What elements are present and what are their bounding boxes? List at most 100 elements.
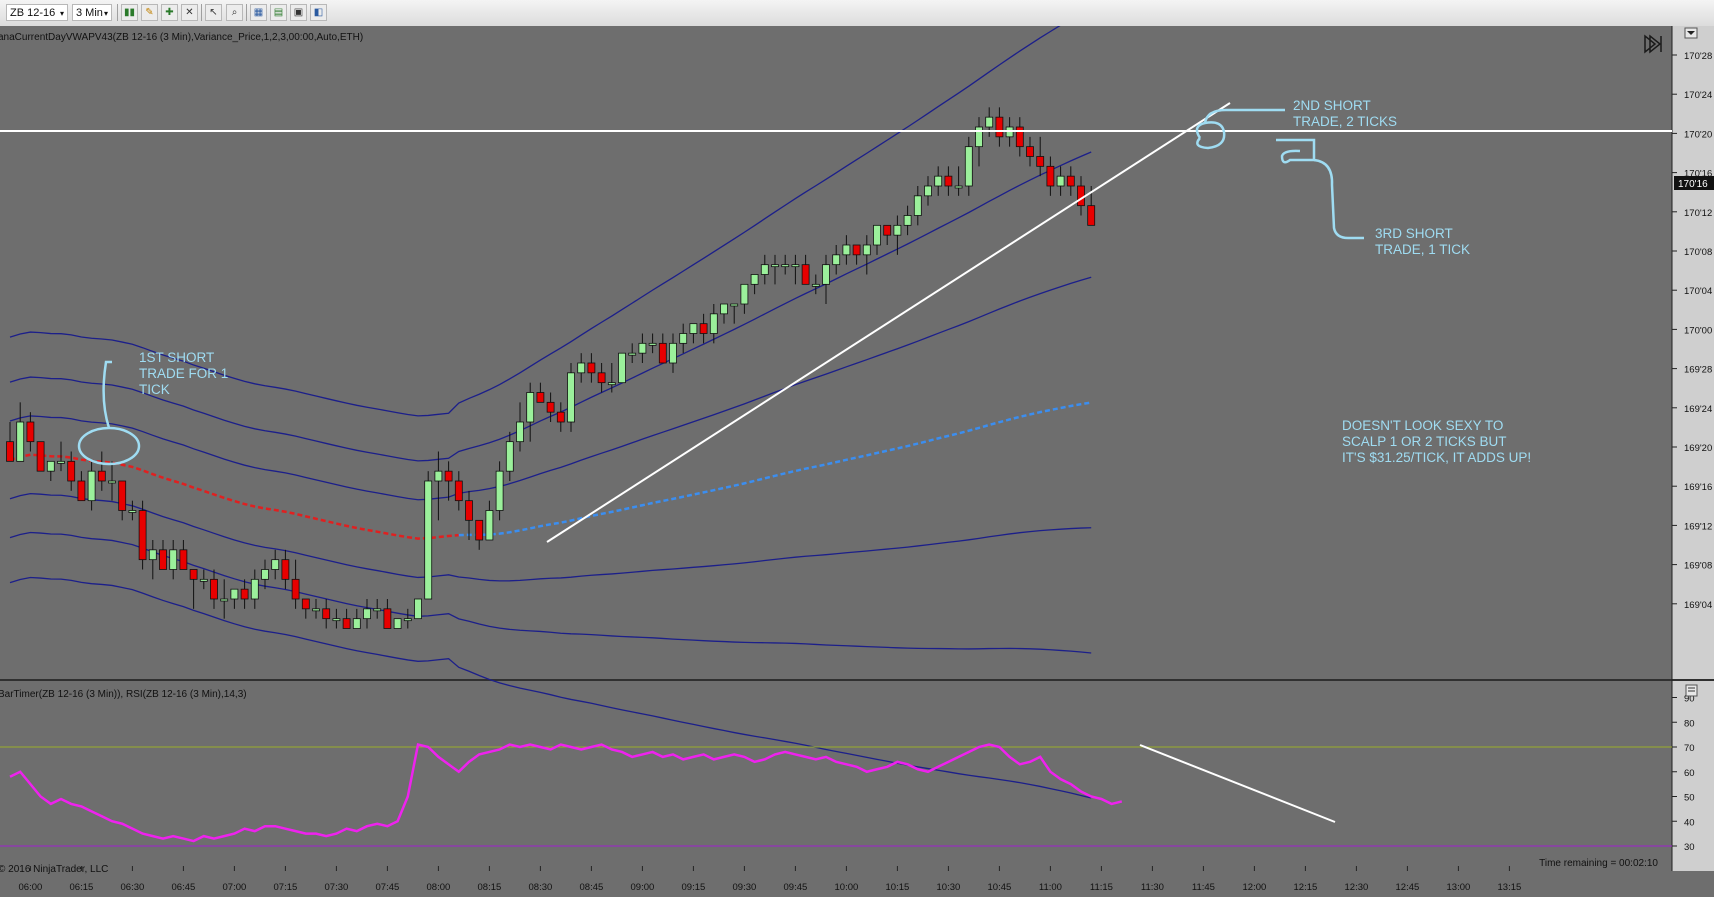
time-tick-label: 08:00 — [427, 882, 451, 893]
candle-body — [801, 264, 810, 285]
candle-body — [618, 352, 626, 384]
candle-body — [628, 352, 637, 356]
candle-body — [1036, 156, 1045, 167]
price-panel-background[interactable] — [0, 26, 1672, 680]
time-tick-label: 11:00 — [1039, 882, 1062, 893]
time-tick-label: 10:30 — [937, 882, 961, 893]
candle-body — [57, 460, 65, 464]
strategies-icon[interactable]: ▤ — [270, 4, 287, 21]
price-tick-label: 170'04 — [1684, 286, 1712, 297]
cursor-icon[interactable]: ↖ — [205, 4, 222, 21]
candle-body — [444, 470, 453, 482]
candle-body — [1046, 165, 1055, 187]
candle-body — [148, 549, 157, 561]
chart-area[interactable]: 170'28 170'24 170'20 170'16 170'12 170'08 170'… — [0, 26, 1714, 897]
price-tick-label: 169'04 — [1684, 600, 1712, 611]
instrument-selector[interactable]: ZB 12-16 ▾ — [6, 4, 68, 21]
price-tick-label: 169'08 — [1684, 561, 1712, 572]
crosshair-icon[interactable]: ✕ — [181, 4, 198, 21]
indicators-icon[interactable]: ▦ — [250, 4, 267, 21]
price-tick-label: 169'16 — [1684, 482, 1712, 493]
time-tick-label: 09:15 — [682, 882, 706, 893]
candle-body — [403, 618, 412, 622]
candle-body — [832, 254, 841, 266]
candle-body — [424, 480, 433, 600]
candle-body — [811, 283, 820, 287]
time-tick-label: 13:00 — [1447, 882, 1471, 893]
candle-body — [281, 559, 290, 580]
pencil-icon[interactable]: ✎ — [141, 4, 158, 21]
candle-body — [883, 224, 892, 236]
candle-body — [893, 224, 902, 236]
candle-body — [393, 618, 402, 629]
current-price-label: 170'16 — [1678, 179, 1708, 190]
time-tick-label: 10:15 — [886, 882, 910, 893]
chart-style-icon[interactable]: ▮▮ — [121, 4, 138, 21]
candle-body — [567, 372, 575, 423]
candle-body — [434, 470, 443, 482]
rsi-tick-label: 30 — [1684, 842, 1695, 853]
candle-body — [781, 264, 790, 268]
candle-body — [465, 500, 473, 521]
properties-icon[interactable]: ▣ — [290, 4, 307, 21]
candle-body — [536, 392, 545, 403]
candle-body — [210, 578, 218, 600]
candle-body — [169, 549, 178, 570]
time-tick-label: 12:45 — [1396, 882, 1420, 893]
panel-options-icon[interactable] — [1684, 27, 1698, 39]
rsi-tick-label: 50 — [1684, 793, 1695, 804]
candle-body — [240, 588, 249, 600]
candle-body — [250, 578, 259, 600]
time-tick-label: 11:45 — [1192, 882, 1215, 893]
candle-body — [954, 185, 963, 189]
first-trade-annotation: TICK — [139, 382, 170, 397]
instrument-label: ZB 12-16 — [10, 7, 56, 19]
candle-body — [546, 401, 555, 413]
second-trade-annotation: TRADE, 2 TICKS — [1293, 114, 1397, 129]
time-tick-label: 12:00 — [1243, 882, 1267, 893]
candle-body — [658, 342, 667, 364]
candle-body — [454, 480, 463, 502]
candle-body — [495, 470, 504, 511]
candle-body — [108, 480, 116, 484]
time-tick-label: 11:15 — [1090, 882, 1113, 893]
candle-body — [301, 598, 310, 610]
data-box-icon[interactable]: ◧ — [310, 4, 327, 21]
candle-body — [903, 215, 912, 226]
third-trade-annotation: TRADE, 1 TICK — [1375, 242, 1470, 257]
candle-body — [556, 411, 565, 423]
candle-body — [526, 392, 535, 423]
marker-icon[interactable]: ✚ — [161, 4, 178, 21]
candle-body — [822, 264, 830, 285]
first-trade-annotation: TRADE FOR 1 — [139, 366, 228, 381]
candle-body — [46, 460, 55, 472]
candle-body — [220, 598, 229, 602]
rsi-panel-background[interactable] — [0, 681, 1672, 871]
candle-body — [485, 510, 494, 541]
candle-body — [964, 146, 973, 187]
candle-body — [1056, 175, 1065, 187]
candle-body — [607, 382, 616, 386]
candle-body — [709, 313, 718, 334]
candle-body — [36, 441, 45, 472]
time-tick-label: 08:30 — [529, 882, 553, 893]
candle-body — [230, 588, 239, 600]
candle-body — [312, 608, 320, 612]
price-tick-label: 169'20 — [1684, 443, 1712, 454]
price-indicator-label: anaCurrentDayVWAPV43(ZB 12-16 (3 Min),Va… — [0, 32, 363, 43]
chevron-down-icon: ▾ — [103, 9, 108, 18]
zoom-icon[interactable]: ⌕ — [226, 4, 243, 21]
rsi-panel-options-icon[interactable] — [1685, 684, 1698, 697]
time-tick-label: 07:45 — [376, 882, 400, 893]
price-axis[interactable] — [1672, 26, 1714, 680]
rsi-tick-label: 40 — [1684, 817, 1695, 828]
candle-body — [189, 569, 198, 580]
time-tick-label: 12:15 — [1294, 882, 1318, 893]
rsi-indicator-label: BarTimer(ZB 12-16 (3 Min)), RSI(ZB 12-16… — [0, 689, 247, 700]
interval-selector[interactable]: 3 Min ▾ — [72, 4, 112, 21]
candle-body — [352, 618, 361, 629]
candle-body — [985, 116, 994, 128]
time-tick-label: 06:45 — [172, 882, 196, 893]
comment-annotation: IT'S $31.25/TICK, IT ADDS UP! — [1342, 450, 1531, 465]
candle-body — [87, 470, 96, 502]
